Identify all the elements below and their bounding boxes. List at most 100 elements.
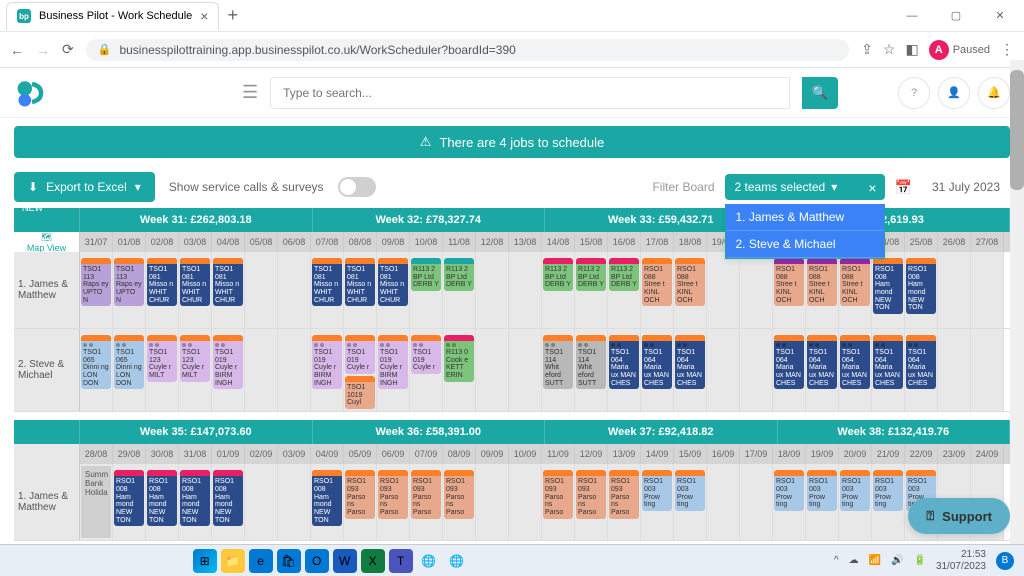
taskbar-chrome2[interactable]: 🌐: [445, 549, 469, 573]
user-icon[interactable]: 👤: [938, 77, 970, 109]
minimize-icon[interactable]: —: [892, 2, 932, 30]
job-card[interactable]: TSO1 123 Cuyle r MILT: [147, 335, 177, 382]
close-tab-icon[interactable]: ×: [200, 8, 208, 24]
vertical-scrollbar[interactable]: [1010, 60, 1024, 544]
job-card[interactable]: TSO1 065 Dinni ng LON DON: [114, 335, 144, 389]
hamburger-icon[interactable]: ☰: [242, 82, 258, 103]
close-window-icon[interactable]: ✕: [980, 2, 1020, 30]
schedule-banner[interactable]: ⚠ There are 4 jobs to schedule: [14, 126, 1010, 158]
job-card[interactable]: R113 2 BP Ltd DERB Y: [576, 258, 606, 291]
job-card[interactable]: TSO1 064 Maria ux MAN CHES: [642, 335, 672, 389]
job-card[interactable]: TSO1 113 Raps ey UPTO N: [81, 258, 111, 306]
job-card[interactable]: TSO1 064 Maria ux MAN CHES: [609, 335, 639, 389]
search-button[interactable]: 🔍: [802, 77, 838, 109]
job-card[interactable]: RSO1 008 Ham mond NEW TON: [312, 470, 342, 526]
taskbar-excel[interactable]: X: [361, 549, 385, 573]
job-card[interactable]: TSO1 064 Maria ux MAN CHES: [675, 335, 705, 389]
job-card[interactable]: R113 2 BP Ltd DERB Y: [411, 258, 441, 291]
job-card[interactable]: RSO1 008 Ham mond NEW TON: [147, 470, 177, 526]
job-card[interactable]: RSO1 088 Stree t KINL OCH: [675, 258, 705, 306]
job-card[interactable]: TSO1 081 Misso n WHIT CHUR: [378, 258, 408, 306]
dropdown-item-team2[interactable]: 2. Steve & Michael: [726, 231, 884, 258]
forward-icon[interactable]: →: [36, 42, 50, 58]
job-card[interactable]: TSO1 081 Misso n WHIT CHUR: [213, 258, 243, 306]
back-icon[interactable]: ←: [10, 42, 24, 58]
job-card[interactable]: RSO1 093 Parso ns Parso: [378, 470, 408, 518]
new-tab-button[interactable]: +: [227, 5, 238, 26]
job-card[interactable]: RSO1 088 Stree t KINL OCH: [774, 258, 804, 306]
job-card[interactable]: RSO1 088 Stree t KINL OCH: [642, 258, 672, 306]
taskbar-edge[interactable]: e: [249, 549, 273, 573]
job-card[interactable]: RSO1 093 Parso ns Parso: [411, 470, 441, 518]
job-card[interactable]: RSO1 088 Stree t KINL OCH: [840, 258, 870, 306]
support-button[interactable]: ⍰ Support: [908, 498, 1010, 534]
job-card[interactable]: TSO1 113 Raps ey UPTO N: [114, 258, 144, 306]
job-card[interactable]: TSO1 064 Maria ux MAN CHES: [873, 335, 903, 389]
job-card[interactable]: TSO1 123 Cuyle r MILT: [180, 335, 210, 382]
job-card[interactable]: TSO1 019 Cuyle r BIRM INGH: [213, 335, 243, 389]
maximize-icon[interactable]: ▢: [936, 2, 976, 30]
job-card[interactable]: RSO1 003 Prow ting: [642, 470, 672, 511]
address-bar[interactable]: 🔒 businesspilottraining.app.businesspilo…: [86, 39, 849, 61]
job-card[interactable]: TSO1 114 Whit eford SUTT: [576, 335, 606, 389]
job-card[interactable]: RSO1 008 Ham mond NEW TON: [906, 258, 936, 314]
job-card[interactable]: TSO1 081 Misso n WHIT CHUR: [345, 258, 375, 306]
job-card[interactable]: RSO1 093 Parso ns Parso: [444, 470, 474, 518]
reload-icon[interactable]: ⟳: [62, 41, 74, 58]
job-card[interactable]: RSO1 088 Stree t KINL OCH: [807, 258, 837, 306]
job-card[interactable]: RSO1 008 Ham mond NEW TON: [180, 470, 210, 526]
job-card[interactable]: R113 2 BP Ltd DERB Y: [543, 258, 573, 291]
export-button[interactable]: ⬇ Export to Excel ▾: [14, 172, 155, 202]
taskbar-clock[interactable]: 21:53 31/07/2023: [936, 549, 986, 573]
job-card[interactable]: RSO1 093 Parso ns Parso: [345, 470, 375, 518]
favorite-icon[interactable]: ☆: [883, 41, 896, 58]
job-card[interactable]: TSO1 1019 Cuyl: [345, 376, 375, 409]
clear-filter-icon[interactable]: ×: [868, 180, 876, 196]
tray-chevron-icon[interactable]: ^: [834, 555, 839, 566]
taskbar-word[interactable]: W: [333, 549, 357, 573]
share-icon[interactable]: ⇪: [861, 41, 873, 58]
job-card[interactable]: TSO1 019 Cuyle r BIRM INGH: [312, 335, 342, 389]
job-card[interactable]: TSO1 064 Maria ux MAN CHES: [906, 335, 936, 389]
service-calls-toggle[interactable]: [338, 177, 376, 197]
browser-tab[interactable]: bp Business Pilot - Work Schedule ×: [6, 2, 219, 30]
scroll-thumb[interactable]: [1010, 70, 1024, 190]
search-input[interactable]: [270, 77, 790, 109]
taskbar-notification[interactable]: B: [996, 552, 1014, 570]
job-card[interactable]: RSO1 003 Prow ting: [675, 470, 705, 511]
job-card[interactable]: R113 2 BP Ltd DERB Y: [444, 258, 474, 291]
job-card[interactable]: TSO1 081 Misso n WHIT CHUR: [147, 258, 177, 306]
tray-wifi-icon[interactable]: 📶: [869, 555, 881, 566]
job-card[interactable]: R113 0 Cook e KETT ERIN: [444, 335, 474, 382]
job-card[interactable]: RSO1 003 Prow ting: [873, 470, 903, 511]
job-card[interactable]: TSO1 114 Whit eford SUTT: [543, 335, 573, 389]
job-card[interactable]: RSO1 008 Ham mond NEW TON: [114, 470, 144, 526]
menu-icon[interactable]: ⋮: [1000, 41, 1014, 58]
extensions-icon[interactable]: ◧: [905, 41, 918, 58]
job-card[interactable]: TSO1 019 Cuyle r: [345, 335, 375, 374]
team-filter-dropdown[interactable]: 2 teams selected ▾: [725, 174, 885, 200]
start-button[interactable]: ⊞: [193, 549, 217, 573]
taskbar-chrome[interactable]: 🌐: [417, 549, 441, 573]
job-card[interactable]: RSO1 093 Parso ns Parso: [609, 470, 639, 518]
tray-volume-icon[interactable]: 🔊: [891, 555, 903, 566]
taskbar-teams[interactable]: T: [389, 549, 413, 573]
job-card[interactable]: TSO1 081 Misso n WHIT CHUR: [180, 258, 210, 306]
job-card[interactable]: RSO1 008 Ham mond NEW TON: [213, 470, 243, 526]
app-logo[interactable]: [14, 75, 50, 111]
job-card[interactable]: R113 2 BP Ltd DERB Y: [609, 258, 639, 291]
job-card[interactable]: TSO1 065 Dinni ng LON DON: [81, 335, 111, 389]
job-card[interactable]: RSO1 003 Prow ting: [774, 470, 804, 511]
job-card[interactable]: RSO1 008 Ham mond NEW TON: [873, 258, 903, 314]
help-icon[interactable]: ?: [898, 77, 930, 109]
tray-cloud-icon[interactable]: ☁: [849, 555, 859, 566]
profile-paused[interactable]: A Paused: [929, 40, 990, 60]
job-card[interactable]: RSO1 093 Parso ns Parso: [543, 470, 573, 518]
job-card[interactable]: RSO1 003 Prow ting: [807, 470, 837, 511]
job-card[interactable]: TSO1 081 Misso n WHIT CHUR: [312, 258, 342, 306]
bell-icon[interactable]: 🔔: [978, 77, 1010, 109]
taskbar-store[interactable]: 🛍: [277, 549, 301, 573]
tray-battery-icon[interactable]: 🔋: [913, 555, 925, 566]
dropdown-item-team1[interactable]: 1. James & Matthew: [726, 204, 884, 231]
calendar-icon[interactable]: 📅: [895, 179, 912, 196]
